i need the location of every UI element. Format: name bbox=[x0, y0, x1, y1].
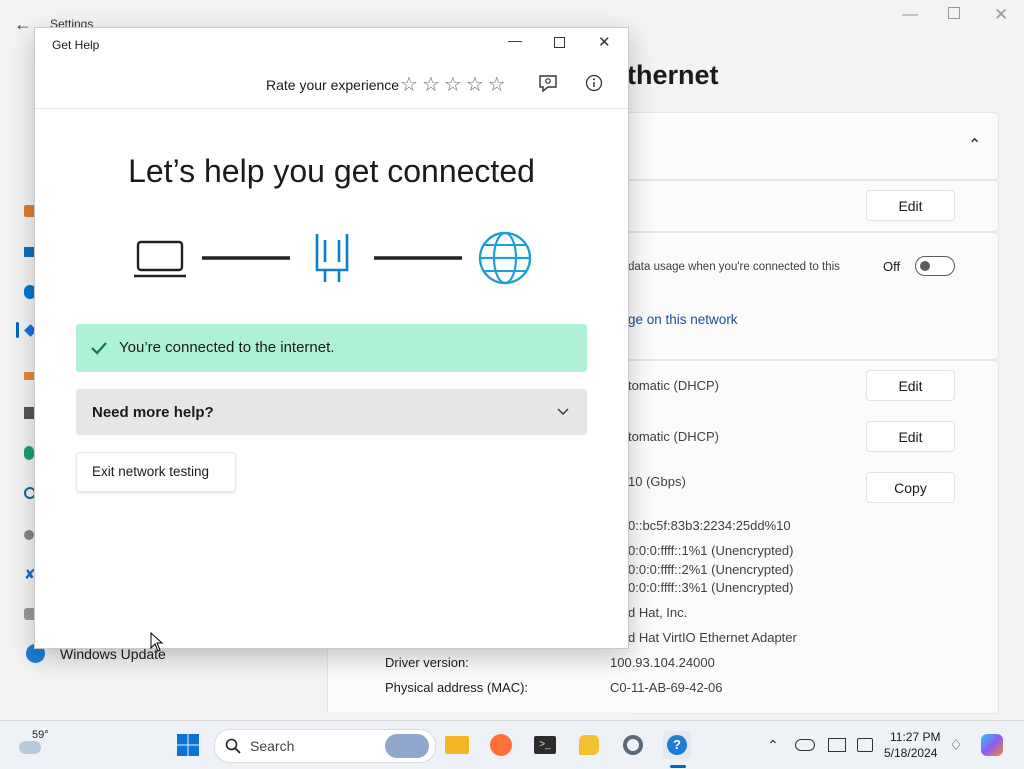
terminal-icon[interactable]: >_ bbox=[531, 731, 559, 759]
feedback-icon[interactable] bbox=[538, 74, 558, 94]
link-speed-value: 10 (Gbps) bbox=[628, 474, 686, 489]
maximize-icon[interactable] bbox=[554, 37, 565, 48]
notification-bell-icon[interactable]: ♢ bbox=[942, 731, 970, 759]
need-more-help-label: Need more help? bbox=[92, 404, 214, 421]
clock-date[interactable]: 5/18/2024 bbox=[884, 746, 937, 760]
connection-diagram bbox=[134, 231, 532, 285]
display-icon[interactable] bbox=[823, 731, 851, 759]
toggle-knob bbox=[920, 261, 930, 271]
laptop-icon bbox=[134, 240, 186, 278]
driver-version-label: Driver version: bbox=[385, 655, 469, 670]
close-icon[interactable]: ✕ bbox=[598, 33, 611, 51]
check-icon bbox=[91, 342, 107, 355]
copilot-icon[interactable] bbox=[978, 731, 1006, 759]
description-value: d Hat VirtIO Ethernet Adapter bbox=[628, 630, 797, 645]
connection-status-text: You’re connected to the internet. bbox=[119, 339, 335, 356]
gaming-icon[interactable] bbox=[24, 530, 34, 540]
metered-toggle[interactable] bbox=[915, 256, 955, 276]
network-status-icon[interactable] bbox=[851, 731, 879, 759]
firefox-icon[interactable] bbox=[487, 731, 515, 759]
exit-network-testing-button[interactable]: Exit network testing bbox=[76, 452, 236, 492]
chevron-down-icon[interactable] bbox=[557, 408, 569, 416]
chevron-up-icon[interactable]: ⌃ bbox=[759, 731, 787, 759]
chevron-up-icon[interactable]: ⌃ bbox=[968, 135, 981, 155]
dns-server-2: 0:0:0:ffff::2%1 (Unencrypted) bbox=[628, 562, 794, 577]
close-icon[interactable]: ✕ bbox=[994, 5, 1008, 25]
copy-button[interactable]: Copy bbox=[866, 472, 955, 503]
restore-icon[interactable] bbox=[948, 7, 960, 19]
taskbar: 59° Search >_ ? ⌃ 11:27 PM 5/18/2024 ♢ bbox=[0, 720, 1024, 769]
star-icon[interactable]: ☆ bbox=[488, 72, 506, 96]
accounts-icon[interactable] bbox=[24, 446, 34, 460]
selected-nav-indicator bbox=[16, 322, 19, 338]
edit-button-1[interactable]: Edit bbox=[866, 190, 955, 221]
dns-server-1: 0:0:0:ffff::1%1 (Unencrypted) bbox=[628, 543, 794, 558]
metered-description: data usage when you're connected to this bbox=[628, 261, 840, 273]
search-highlight-image bbox=[385, 734, 429, 758]
toggle-state-label: Off bbox=[883, 259, 901, 274]
properties-card-header[interactable]: ⌃ bbox=[627, 112, 999, 180]
minimize-icon[interactable]: — bbox=[902, 6, 918, 24]
ip-assignment-value: tomatic (DHCP) bbox=[628, 378, 720, 393]
get-help-app-icon[interactable]: ? bbox=[663, 731, 691, 759]
back-icon[interactable]: ← bbox=[14, 14, 32, 35]
search-icon bbox=[225, 738, 241, 754]
dns-server-3: 0:0:0:ffff::3%1 (Unencrypted) bbox=[628, 580, 794, 595]
start-button[interactable] bbox=[174, 731, 202, 759]
data-limit-link[interactable]: ge on this network bbox=[628, 312, 738, 327]
exit-network-testing-label: Exit network testing bbox=[92, 464, 210, 479]
dns-assignment-value: tomatic (DHCP) bbox=[628, 429, 720, 444]
star-icon[interactable]: ☆ bbox=[466, 72, 484, 96]
windows-logo-icon bbox=[177, 734, 199, 756]
connection-status-banner: You’re connected to the internet. bbox=[76, 324, 587, 372]
taskbar-search-box[interactable]: Search bbox=[214, 729, 436, 763]
manufacturer-value: d Hat, Inc. bbox=[628, 605, 688, 620]
info-icon[interactable] bbox=[585, 74, 603, 92]
rate-label: Rate your experience bbox=[266, 77, 400, 93]
edit-button-3[interactable]: Edit bbox=[866, 421, 955, 452]
need-more-help-expander[interactable]: Need more help? bbox=[76, 389, 587, 435]
driver-version-value: 100.93.104.24000 bbox=[610, 655, 715, 670]
star-icon[interactable]: ☆ bbox=[400, 72, 418, 96]
get-help-title: Get Help bbox=[52, 38, 100, 52]
settings-app-icon[interactable] bbox=[619, 731, 647, 759]
mouse-cursor-icon bbox=[150, 632, 164, 652]
ipv6-value: 0::bc5f:83b3:2234:25dd%10 bbox=[628, 518, 791, 533]
page-title: thernet bbox=[627, 60, 719, 90]
edit-button-2[interactable]: Edit bbox=[866, 370, 955, 401]
metered-row bbox=[627, 232, 999, 360]
feedback-hub-icon[interactable] bbox=[575, 731, 603, 759]
get-help-window: Get Help — ✕ Rate your experience ☆ ☆ ☆ … bbox=[34, 27, 629, 649]
clock-time[interactable]: 11:27 PM bbox=[890, 730, 940, 744]
rating-stars: ☆ ☆ ☆ ☆ ☆ bbox=[400, 72, 520, 96]
main-heading: Let’s help you get connected bbox=[128, 153, 535, 189]
search-placeholder: Search bbox=[250, 738, 295, 754]
minimize-icon[interactable]: — bbox=[508, 32, 522, 48]
star-icon[interactable]: ☆ bbox=[444, 72, 462, 96]
header-divider bbox=[35, 108, 628, 109]
weather-temp: 59° bbox=[32, 729, 49, 741]
mac-label: Physical address (MAC): bbox=[385, 680, 529, 695]
globe-icon bbox=[478, 231, 532, 285]
file-explorer-icon[interactable] bbox=[443, 731, 471, 759]
network-adapter-icon bbox=[315, 234, 349, 282]
star-icon[interactable]: ☆ bbox=[422, 72, 440, 96]
onedrive-icon[interactable] bbox=[791, 731, 819, 759]
mac-value: C0-11-AB-69-42-06 bbox=[610, 680, 723, 695]
